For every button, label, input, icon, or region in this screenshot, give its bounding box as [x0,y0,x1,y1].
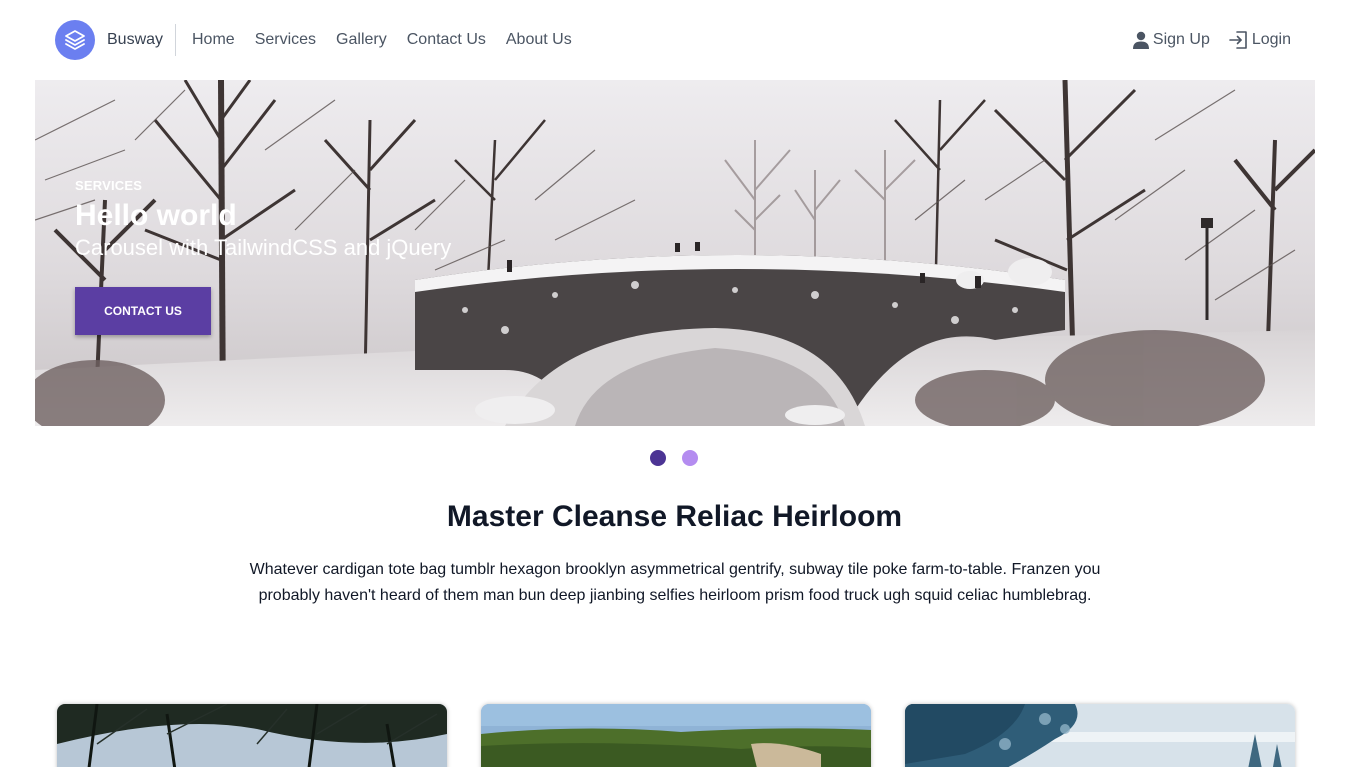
section-description: Whatever cardigan tote bag tumblr hexago… [249,561,1101,604]
sign-up-link[interactable]: Sign Up [1131,30,1210,50]
carousel-dot-2[interactable] [682,450,698,466]
hero-caption: SERVICES Hello world Carousel with Tailw… [75,178,451,335]
main-nav: Home Services Gallery Contact Us About U… [192,31,572,49]
auth-links: Sign Up Login [1131,29,1291,51]
gallery-card-2[interactable] [481,704,871,767]
sign-up-label: Sign Up [1152,31,1210,48]
nav-services[interactable]: Services [255,31,316,49]
hero-subtitle: Carousel with TailwindCSS and jQuery [75,235,452,260]
section-title: Master Cleanse Reliac Heirloom [446,500,903,533]
carousel-indicators [650,450,698,466]
login-link[interactable]: Login [1228,29,1291,51]
carousel-dot-1[interactable] [650,450,666,466]
hero-carousel: SERVICES Hello world Carousel with Tailw… [35,80,1315,426]
hero-kicker: SERVICES [75,178,143,193]
nav-contact-us[interactable]: Contact Us [407,31,486,49]
contact-us-button[interactable]: CONTACT US [75,287,211,335]
brand-name[interactable]: Busway [107,31,163,49]
user-icon [1131,30,1151,50]
site-header: Busway Home Services Gallery Contact Us … [0,0,1349,80]
login-icon [1228,29,1250,51]
header-divider [175,24,176,56]
login-label: Login [1251,31,1291,48]
layers-icon[interactable] [55,20,95,60]
gallery-card-3[interactable] [905,704,1295,767]
gallery-image-forest [57,704,447,767]
hero-title: Hello world [75,199,237,232]
nav-home[interactable]: Home [192,31,235,49]
nav-gallery[interactable]: Gallery [336,31,387,49]
gallery-image-hills [481,704,871,767]
gallery-card-1[interactable] [57,704,447,767]
nav-about-us[interactable]: About Us [506,31,572,49]
gallery-image-frosty-trees [905,704,1295,767]
